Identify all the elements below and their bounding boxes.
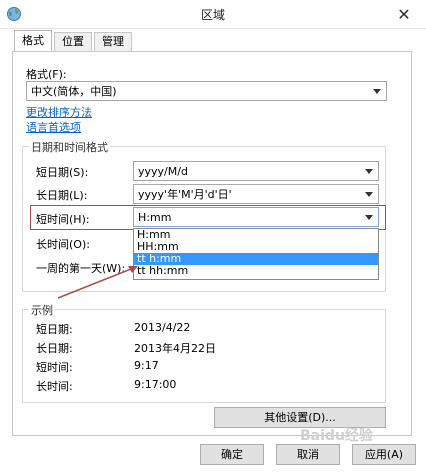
format-value: 中文(简体，中国) (31, 85, 117, 98)
chevron-down-icon (372, 82, 382, 100)
window-title: 区域 (200, 8, 225, 22)
long-date-value: yyyy'年'M'月'd'日' (138, 188, 232, 201)
tab-admin[interactable]: 管理 (94, 32, 132, 51)
region-dialog: 区域 ✕ 格式 位置 管理 格式(F): 中文(简体，中国) 更改排序方法 语言… (0, 0, 426, 474)
example-group: 示例 (22, 302, 386, 403)
short-date-value: yyyy/M/d (138, 165, 188, 178)
short-date-combo[interactable]: yyyy/M/d (133, 161, 379, 181)
example-short-time-value: 9:17 (134, 359, 159, 372)
first-day-label: 一周的第一天(W): (36, 262, 126, 275)
long-time-label: 长时间(O): (36, 238, 90, 251)
dropdown-option[interactable]: tt hh:mm (134, 265, 378, 277)
cancel-button[interactable]: 取消 (276, 444, 340, 465)
long-date-combo[interactable]: yyyy'年'M'月'd'日' (133, 184, 379, 204)
short-time-dropdown-list[interactable]: H:mm HH:mm tt h:mm tt hh:mm (133, 228, 379, 280)
example-short-time-label: 短时间: (36, 361, 73, 374)
format-combo[interactable]: 中文(简体，中国) (26, 81, 387, 101)
chevron-down-icon (364, 162, 374, 180)
tab-strip: 格式 位置 管理 (14, 30, 134, 52)
short-time-value: H:mm (138, 211, 172, 224)
short-time-combo[interactable]: H:mm (133, 207, 379, 227)
datetime-group-title: 日期和时间格式 (29, 139, 110, 155)
watermark: Baidu经验 (300, 428, 373, 444)
example-long-date-label: 长日期: (36, 342, 73, 355)
long-date-label: 长日期(L): (36, 189, 88, 202)
close-icon: ✕ (397, 4, 411, 24)
example-long-time-label: 长时间: (36, 380, 73, 393)
language-prefs-link[interactable]: 语言首选项 (26, 119, 81, 135)
close-button[interactable]: ✕ (382, 0, 426, 28)
chevron-down-icon (364, 208, 374, 226)
short-time-label: 短时间(H): (36, 213, 90, 226)
chevron-down-icon (364, 185, 374, 203)
example-short-date-label: 短日期: (36, 323, 73, 336)
format-label: 格式(F): (26, 68, 67, 81)
example-group-title: 示例 (29, 302, 55, 318)
short-date-label: 短日期(S): (36, 166, 89, 179)
example-long-date-value: 2013年4月22日 (134, 342, 216, 355)
tab-format[interactable]: 格式 (14, 30, 52, 51)
ok-button[interactable]: 确定 (200, 444, 264, 465)
example-long-time-value: 9:17:00 (134, 378, 177, 391)
title-bar: 区域 ✕ (0, 0, 426, 29)
example-short-date-value: 2013/4/22 (134, 321, 191, 334)
tab-location[interactable]: 位置 (54, 32, 92, 51)
apply-button[interactable]: 应用(A) (352, 444, 416, 465)
change-sort-link[interactable]: 更改排序方法 (26, 104, 92, 120)
